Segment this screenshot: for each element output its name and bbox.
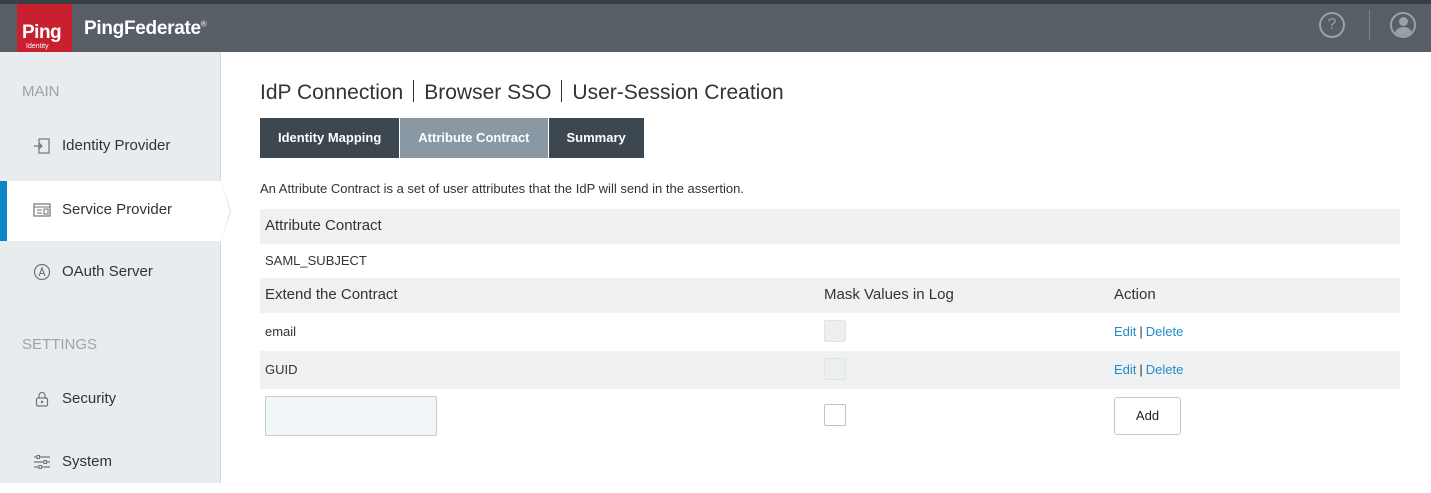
table-row: email Edit | Delete <box>260 313 1400 351</box>
delete-link[interactable]: Delete <box>1146 324 1184 339</box>
logo-text: Ping <box>22 22 62 43</box>
attribute-contract-heading: Attribute Contract <box>265 217 382 234</box>
sidebar-section-main: MAIN <box>22 83 60 100</box>
product-name-text: PingFederate <box>84 18 201 39</box>
column-header-extend: Extend the Contract <box>265 286 398 303</box>
user-profile-icon[interactable] <box>1390 12 1416 38</box>
page-description: An Attribute Contract is a set of user a… <box>260 181 744 196</box>
edit-link[interactable]: Edit <box>1114 362 1136 377</box>
delete-link[interactable]: Delete <box>1146 362 1184 377</box>
logo-subtext: Identity <box>26 43 49 50</box>
topbar-divider <box>1369 10 1370 40</box>
breadcrumb: IdP Connection Browser SSO User-Session Cr… <box>260 80 784 105</box>
breadcrumb-item: User-Session Creation <box>572 81 784 104</box>
attribute-name: email <box>265 324 297 339</box>
breadcrumb-item: IdP Connection <box>260 81 404 104</box>
wizard-tabs: Identity Mapping Attribute Contract Summ… <box>260 118 645 158</box>
new-mask-values-checkbox[interactable] <box>824 404 846 426</box>
sidebar-item-label: System <box>62 453 113 470</box>
tab-identity-mapping[interactable]: Identity Mapping <box>260 118 400 158</box>
extend-table-header: Extend the Contract Mask Values in Log A… <box>260 278 1400 313</box>
identity-provider-icon <box>33 137 51 155</box>
sidebar: MAIN Identity Provider Service Provider … <box>0 52 231 483</box>
sidebar-item-label: Security <box>62 390 117 407</box>
top-bar: Ping Identity PingFederate® ? <box>0 0 1431 58</box>
column-header-mask: Mask Values in Log <box>824 286 954 303</box>
tab-attribute-contract[interactable]: Attribute Contract <box>400 118 548 158</box>
sliders-icon <box>33 453 51 471</box>
core-attribute-name: SAML_SUBJECT <box>265 253 367 268</box>
edit-link[interactable]: Edit <box>1114 324 1136 339</box>
registered-mark: ® <box>200 19 207 29</box>
core-attribute-row: SAML_SUBJECT <box>260 244 1400 278</box>
active-pointer <box>221 181 230 241</box>
sidebar-item-identity-provider[interactable]: Identity Provider <box>0 117 221 177</box>
table-row: GUID Edit | Delete <box>260 351 1400 389</box>
action-separator: | <box>1139 324 1143 339</box>
sidebar-item-label: OAuth Server <box>62 263 153 280</box>
sidebar-item-security[interactable]: Security <box>0 370 221 430</box>
breadcrumb-item: Browser SSO <box>424 81 552 104</box>
sidebar-item-service-provider[interactable]: Service Provider <box>0 181 231 241</box>
sidebar-item-label: Identity Provider <box>62 137 171 154</box>
mask-values-checkbox <box>824 320 846 342</box>
column-header-action: Action <box>1114 286 1156 303</box>
row-actions: Edit | Delete <box>1114 362 1183 377</box>
tab-summary[interactable]: Summary <box>548 118 644 158</box>
oauth-server-icon <box>33 263 51 281</box>
ping-identity-logo[interactable]: Ping Identity <box>17 4 72 58</box>
row-actions: Edit | Delete <box>1114 324 1183 339</box>
attribute-contract-header: Attribute Contract <box>260 209 1400 244</box>
active-indicator <box>0 181 7 241</box>
sidebar-item-oauth-server[interactable]: OAuth Server <box>0 243 221 303</box>
sidebar-item-system[interactable]: System <box>0 433 221 493</box>
add-button[interactable]: Add <box>1114 397 1181 435</box>
action-separator: | <box>1139 362 1143 377</box>
service-provider-icon <box>33 201 51 219</box>
lock-icon <box>33 390 51 408</box>
attribute-name: GUID <box>265 362 298 377</box>
sidebar-section-settings: SETTINGS <box>22 336 98 353</box>
sidebar-item-label: Service Provider <box>62 201 173 218</box>
help-icon[interactable]: ? <box>1319 12 1345 38</box>
product-name: PingFederate® <box>84 18 207 40</box>
new-attribute-input[interactable] <box>265 396 437 436</box>
mask-values-checkbox <box>824 358 846 380</box>
